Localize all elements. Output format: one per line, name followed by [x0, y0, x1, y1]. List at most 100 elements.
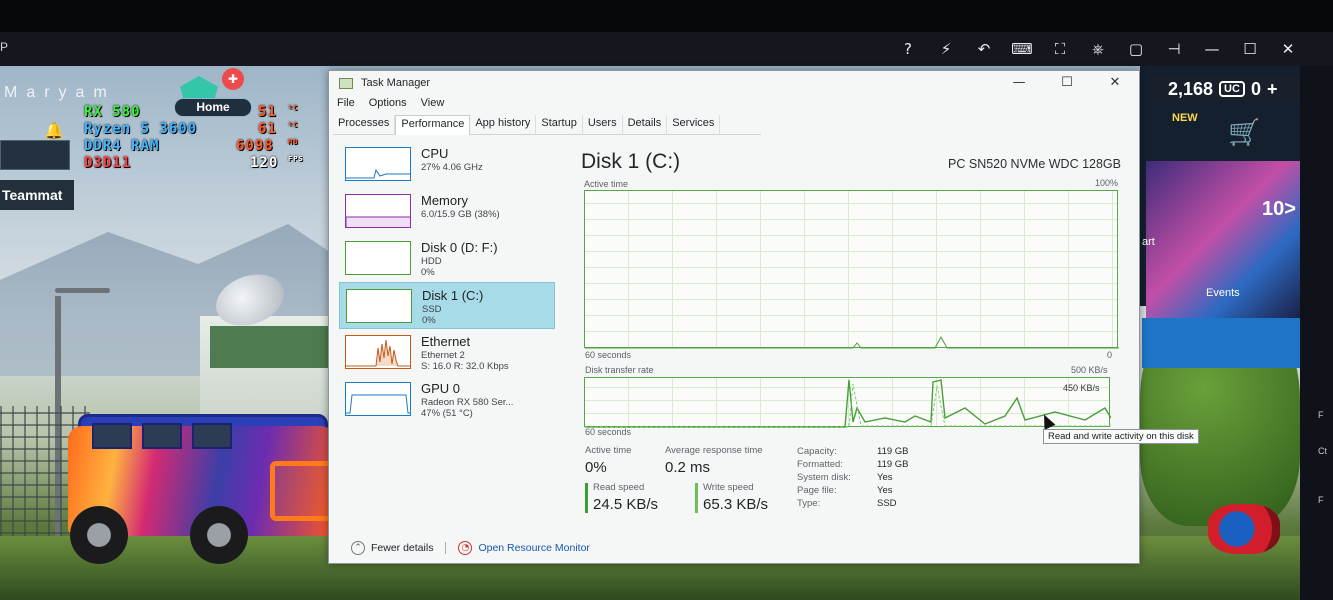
emulator-toolbar: ? ⚡ ↶ ⌨ ⛶ ⎈ ▢ ⊣ — ☐ ✕ — [0, 32, 1333, 66]
close-icon[interactable]: ✕ — [1091, 71, 1139, 95]
window-title: Task Manager — [361, 77, 431, 89]
avatar[interactable] — [0, 140, 70, 170]
sidebar-item-gpu[interactable]: GPU 0 Radeon RX 580 Ser... 47% (51 °C) — [339, 376, 555, 423]
jeep-window — [92, 423, 132, 449]
new-badge: NEW — [1172, 112, 1198, 124]
monitor-bezel — [0, 0, 1333, 32]
sidebar-item-memory[interactable]: Memory 6.0/15.9 GB (38%) — [339, 188, 555, 235]
minimize-icon[interactable]: — — [1201, 38, 1223, 60]
events-button[interactable] — [1142, 318, 1300, 368]
side-strip-text: F — [1318, 410, 1324, 420]
tab-services[interactable]: Services — [667, 115, 721, 135]
sidebar-line1: SSD — [422, 304, 442, 315]
pin-icon[interactable]: ⊣ — [1163, 38, 1185, 60]
steering-icon[interactable]: ⎈ — [1087, 38, 1109, 60]
graph2-xlabel: 60 seconds — [585, 427, 632, 437]
disk1-thumbnail-graph — [346, 289, 412, 323]
read-speed-value: 24.5 KB/s — [593, 496, 659, 513]
shop-area[interactable] — [1146, 104, 1300, 160]
sidebar-line2: 0% — [421, 267, 435, 278]
property-value: 119 GB — [877, 446, 909, 457]
restore-window-icon[interactable]: ▢ — [1125, 38, 1147, 60]
sidebar-item-disk1[interactable]: Disk 1 (C:) SSD 0% — [339, 282, 555, 329]
next-page-label[interactable]: 10> — [1262, 198, 1296, 221]
teammate-button[interactable]: Teammat — [0, 180, 74, 210]
graph1-min: 0 — [1107, 350, 1113, 360]
sidebar-line1: 27% 4.06 GHz — [421, 162, 483, 173]
property-key: System disk: — [797, 472, 851, 483]
gift-icon[interactable]: ✚ — [222, 68, 244, 90]
help-icon[interactable]: ? — [897, 38, 919, 60]
sidebar-title: Memory — [421, 193, 468, 208]
cpu-thumb-line — [346, 168, 410, 179]
tab-processes[interactable]: Processes — [333, 115, 396, 135]
tab-startup[interactable]: Startup — [536, 115, 583, 135]
property-value: Yes — [877, 472, 893, 483]
menu-view[interactable]: View — [421, 97, 445, 109]
property-row: Type: SSD — [797, 497, 909, 510]
lightning-icon[interactable]: ⚡ — [935, 38, 957, 60]
tab-performance[interactable]: Performance — [395, 115, 471, 135]
active-time-value: 0% — [585, 459, 607, 476]
write-speed-indicator — [695, 483, 698, 513]
bell-icon[interactable]: 🔔 — [44, 121, 64, 140]
fewer-details-link[interactable]: Fewer details — [371, 542, 433, 554]
street-lamp-arm — [55, 288, 110, 293]
headset — [1208, 504, 1280, 554]
sidebar-title: Ethernet — [421, 334, 471, 349]
tab-app-history[interactable]: App history — [470, 115, 537, 135]
tab-users[interactable]: Users — [583, 115, 623, 135]
avg-response-value: 0.2 ms — [665, 459, 711, 476]
graph2-mid: 450 KB/s — [1063, 383, 1100, 393]
hud-cpu: Ryzen 5 3600 — [84, 121, 198, 137]
jeep-wheel — [190, 506, 248, 564]
menu-file[interactable]: File — [337, 97, 355, 109]
player-name: Maryam — [4, 84, 116, 101]
hud-unit-mb: MB — [288, 138, 299, 146]
sidebar-item-ethernet[interactable]: Ethernet Ethernet 2 S: 16.0 R: 32.0 Kbps — [339, 329, 555, 376]
minimize-icon[interactable]: — — [995, 71, 1043, 95]
property-row: Page file: Yes — [797, 484, 909, 497]
graph2-label: Disk transfer rate — [585, 365, 654, 375]
graph1-label: Active time — [584, 179, 629, 189]
keyboard-icon[interactable]: ⌨ — [1011, 38, 1033, 60]
cart-icon[interactable]: 🛒 — [1228, 118, 1260, 148]
device-model: PC SN520 NVMe WDC 128GB — [948, 157, 1121, 171]
uc-value: 0 — [1250, 78, 1261, 99]
sidebar-item-disk0[interactable]: Disk 0 (D: F:) HDD 0% — [339, 235, 555, 282]
sidebar-item-cpu[interactable]: CPU 27% 4.06 GHz — [339, 141, 555, 188]
sidebar-title: CPU — [421, 146, 449, 161]
property-value: 119 GB — [877, 459, 909, 470]
cpu-thumbnail-graph — [345, 147, 411, 181]
sidebar-line1: Ethernet 2 — [421, 350, 465, 361]
memory-thumb-fill — [346, 216, 410, 227]
memory-thumbnail-graph — [345, 194, 411, 228]
sidebar-line1: HDD — [421, 256, 442, 267]
graph2-max: 500 KB/s — [1071, 365, 1108, 375]
resource-monitor-icon: ◔ — [458, 541, 473, 555]
building-roof — [210, 326, 330, 368]
hud-fps: 120 — [250, 155, 279, 171]
hud-unit-c: ºC — [288, 121, 299, 129]
right-side-strip — [1300, 66, 1333, 600]
property-key: Type: — [797, 498, 821, 509]
tab-details[interactable]: Details — [623, 115, 668, 135]
open-resource-monitor-link[interactable]: Open Resource Monitor — [478, 542, 589, 554]
avg-response-label: Average response time — [665, 445, 763, 456]
undo-icon[interactable]: ↶ — [973, 38, 995, 60]
close-icon[interactable]: ✕ — [1277, 38, 1299, 60]
home-button[interactable]: Home — [174, 98, 252, 117]
tooltip: Read and write activity on this disk — [1043, 429, 1199, 444]
add-uc-icon[interactable]: + — [1267, 79, 1278, 100]
chevron-up-icon[interactable]: ⌃ — [351, 541, 365, 555]
maximize-icon[interactable]: ☐ — [1239, 38, 1261, 60]
sidebar-line2: S: 16.0 R: 32.0 Kbps — [421, 361, 509, 372]
property-value: Yes — [877, 485, 893, 496]
property-row: Capacity: 119 GB — [797, 445, 909, 458]
menu-options[interactable]: Options — [369, 97, 407, 109]
currency-bar[interactable]: 2,168 UC 0 + — [1150, 76, 1300, 102]
graph1-xlabel: 60 seconds — [585, 350, 632, 360]
fullscreen-icon[interactable]: ⛶ — [1049, 38, 1071, 60]
maximize-icon[interactable]: ☐ — [1043, 71, 1091, 95]
transfer-rate-lines — [585, 379, 1112, 428]
